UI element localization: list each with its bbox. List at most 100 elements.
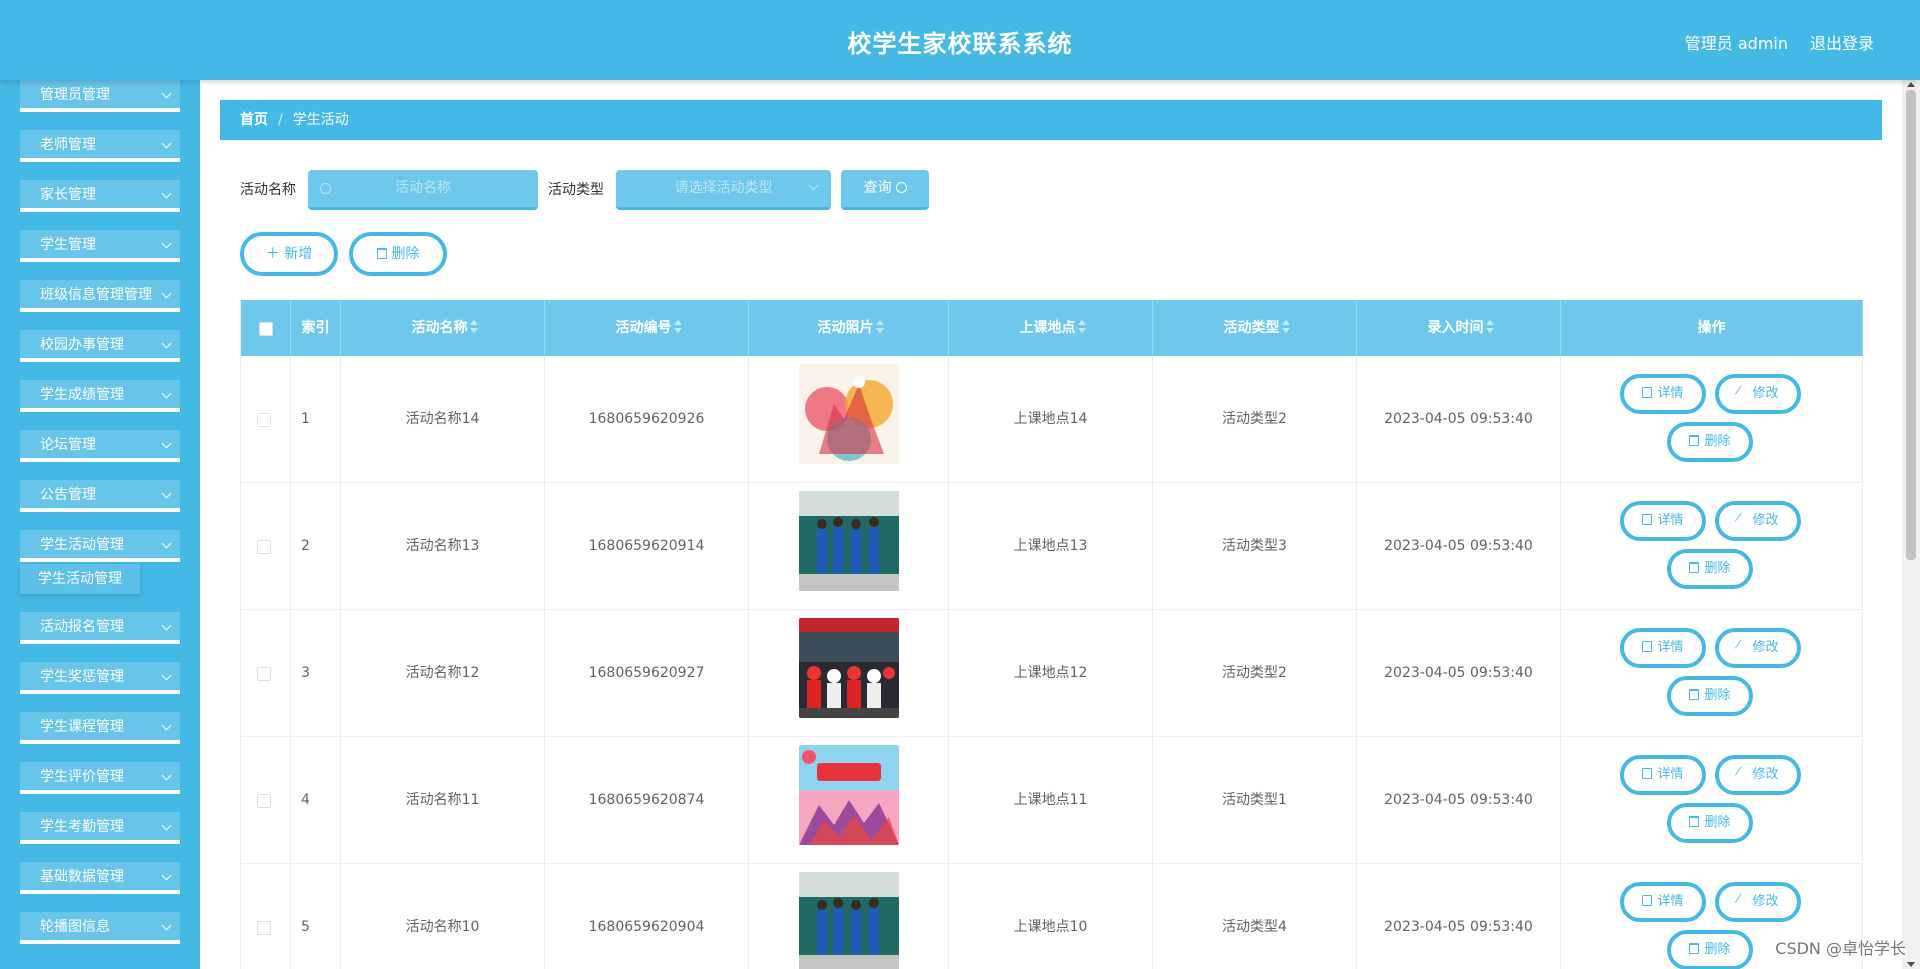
vertical-scrollbar[interactable] — [1902, 80, 1920, 969]
document-icon — [1642, 768, 1653, 779]
breadcrumb: 首页 / 学生活动 — [220, 100, 1882, 140]
edit-button[interactable]: 修改 — [1715, 882, 1801, 922]
sidebar-item-signup[interactable]: 活动报名管理 — [20, 612, 180, 644]
row-entry-time: 2023-04-05 09:53:40 — [1357, 610, 1561, 736]
sidebar-item-parent[interactable]: 家长管理 — [20, 180, 180, 212]
row-delete-button[interactable]: 删除 — [1667, 422, 1753, 462]
detail-button[interactable]: 详情 — [1620, 882, 1706, 922]
sidebar-item-base-data[interactable]: 基础数据管理 — [20, 862, 180, 894]
sidebar-item-notice[interactable]: 公告管理 — [20, 480, 180, 512]
chevron-down-icon — [161, 920, 172, 931]
activity-name-label: 活动名称 — [240, 182, 296, 198]
row-entry-time: 2023-04-05 09:53:40 — [1357, 483, 1561, 609]
scroll-up-arrow-icon[interactable] — [1907, 82, 1915, 87]
row-delete-button[interactable]: 删除 — [1667, 803, 1753, 843]
edit-button[interactable]: 修改 — [1715, 755, 1801, 795]
activity-name-placeholder: 活动名称 — [395, 180, 451, 196]
activity-photo[interactable] — [799, 364, 899, 464]
edit-icon — [1735, 639, 1750, 654]
row-delete-button[interactable]: 删除 — [1667, 930, 1753, 969]
edit-button[interactable]: 修改 — [1715, 501, 1801, 541]
add-button[interactable]: ＋ 新增 — [240, 232, 338, 276]
edit-button[interactable]: 修改 — [1715, 374, 1801, 414]
sidebar-item-class-info[interactable]: 班级信息管理管理 — [20, 280, 180, 312]
row-checkbox[interactable] — [257, 667, 271, 681]
row-checkbox[interactable] — [257, 794, 271, 808]
breadcrumb-home[interactable]: 首页 — [240, 112, 268, 128]
activity-photo[interactable] — [799, 872, 899, 969]
sidebar-subitem-activity-manage[interactable]: 学生活动管理 — [20, 564, 140, 594]
detail-label: 详情 — [1657, 386, 1684, 401]
sidebar-item-evaluation[interactable]: 学生评价管理 — [20, 762, 180, 794]
row-location: 上课地点10 — [949, 864, 1153, 969]
activity-name-input[interactable]: 活动名称 — [308, 170, 538, 210]
header-location[interactable]: 上课地点 — [949, 300, 1153, 356]
chevron-down-icon — [161, 88, 172, 99]
row-activity-name: 活动名称12 — [341, 610, 545, 736]
edit-label: 修改 — [1752, 767, 1779, 782]
row-delete-button[interactable]: 删除 — [1667, 676, 1753, 716]
chevron-down-icon — [808, 180, 819, 191]
sidebar-item-carousel[interactable]: 轮播图信息 — [20, 912, 180, 944]
activity-type-select[interactable]: 请选择活动类型 — [616, 170, 831, 210]
row-select-cell — [241, 356, 291, 482]
table-row: 3 活动名称12 1680659620927 上课地点12 活动类型2 2023… — [241, 610, 1863, 737]
sidebar-item-label: 班级信息管理管理 — [40, 287, 152, 303]
row-ops-cell: 详情 修改 删除 — [1561, 356, 1863, 482]
sidebar-item-attendance[interactable]: 学生考勤管理 — [20, 812, 180, 844]
row-location: 上课地点13 — [949, 483, 1153, 609]
row-delete-button[interactable]: 删除 — [1667, 549, 1753, 589]
sidebar-item-courses[interactable]: 学生课程管理 — [20, 712, 180, 744]
activity-photo[interactable] — [799, 491, 899, 591]
logout-link[interactable]: 退出登录 — [1810, 30, 1874, 54]
sidebar-item-activity[interactable]: 学生活动管理 — [20, 530, 180, 562]
sidebar-item-teacher[interactable]: 老师管理 — [20, 130, 180, 162]
row-index: 5 — [291, 864, 341, 969]
breadcrumb-current: 学生活动 — [292, 112, 349, 128]
header-operations: 操作 — [1561, 300, 1863, 356]
activity-photo[interactable] — [799, 618, 899, 718]
detail-button[interactable]: 详情 — [1620, 501, 1706, 541]
batch-delete-button[interactable]: 删除 — [349, 232, 447, 276]
header-label: 录入时间 — [1427, 320, 1484, 336]
sidebar-item-label: 论坛管理 — [40, 437, 96, 453]
sidebar-item-forum[interactable]: 论坛管理 — [20, 430, 180, 462]
select-all-checkbox[interactable] — [259, 322, 273, 336]
row-index: 3 — [291, 610, 341, 736]
header-activity-photo[interactable]: 活动照片 — [749, 300, 949, 356]
row-activity-name: 活动名称11 — [341, 737, 545, 863]
header-label: 活动照片 — [817, 320, 874, 336]
breadcrumb-separator: / — [278, 112, 283, 128]
header-activity-type[interactable]: 活动类型 — [1153, 300, 1357, 356]
chevron-down-icon — [161, 288, 172, 299]
document-icon — [1642, 387, 1653, 398]
sidebar-item-campus-affairs[interactable]: 校园办事管理 — [20, 330, 180, 362]
row-entry-time: 2023-04-05 09:53:40 — [1357, 356, 1561, 482]
sidebar-item-rewards[interactable]: 学生奖惩管理 — [20, 662, 180, 694]
header-activity-code[interactable]: 活动编号 — [545, 300, 749, 356]
scroll-down-arrow-icon[interactable] — [1907, 962, 1915, 967]
sidebar-item-admin[interactable]: 管理员管理 — [20, 80, 180, 112]
detail-button[interactable]: 详情 — [1620, 628, 1706, 668]
row-activity-type: 活动类型3 — [1153, 483, 1357, 609]
row-checkbox[interactable] — [257, 413, 271, 427]
header-label: 活动名称 — [411, 320, 468, 336]
row-checkbox[interactable] — [257, 540, 271, 554]
table-row: 5 活动名称10 1680659620904 上课地点10 活动类型4 2023… — [241, 864, 1863, 969]
edit-button[interactable]: 修改 — [1715, 628, 1801, 668]
header-label: 上课地点 — [1019, 320, 1076, 336]
row-checkbox[interactable] — [257, 921, 271, 935]
scrollbar-thumb[interactable] — [1906, 90, 1916, 560]
chevron-down-icon — [161, 770, 172, 781]
sidebar-item-grades[interactable]: 学生成绩管理 — [20, 380, 180, 412]
query-button[interactable]: 查询 — [841, 170, 929, 210]
trash-icon — [1689, 689, 1700, 700]
detail-label: 详情 — [1657, 513, 1684, 528]
detail-button[interactable]: 详情 — [1620, 374, 1706, 414]
sidebar-item-student[interactable]: 学生管理 — [20, 230, 180, 262]
detail-button[interactable]: 详情 — [1620, 755, 1706, 795]
header-select-all — [241, 300, 291, 356]
header-entry-time[interactable]: 录入时间 — [1357, 300, 1561, 356]
activity-photo[interactable] — [799, 745, 899, 845]
header-activity-name[interactable]: 活动名称 — [341, 300, 545, 356]
